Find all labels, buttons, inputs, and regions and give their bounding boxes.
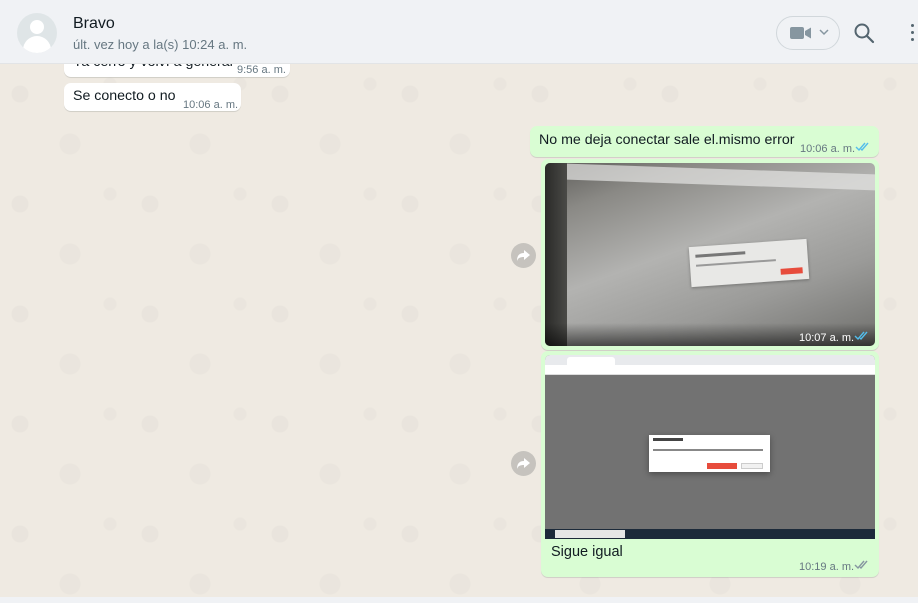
photo-dialog-box [688, 238, 810, 288]
image-caption: Sigue igual [551, 544, 623, 560]
menu-icon[interactable] [908, 24, 918, 44]
photo-address-bar [545, 365, 875, 375]
photo-dialog-primary-button [707, 463, 737, 469]
forward-arrow-icon [517, 250, 530, 261]
photo-dialog-secondary-button [741, 463, 763, 469]
message-time: 9:56 a. m. [237, 64, 286, 76]
message-time: 10:19 a. m. [799, 561, 855, 573]
message-text: Ya cerró y volví a generar [73, 64, 234, 72]
message-time: 10:07 a. m. [799, 332, 855, 344]
chevron-down-icon [819, 29, 829, 36]
last-seen-status: últ. vez hoy a la(s) 10:24 a. m. [73, 37, 248, 52]
message-incoming[interactable]: Ya cerró y volví a generar 9:56 a. m. [64, 64, 290, 77]
search-icon[interactable] [853, 22, 875, 44]
conversation-panel: Ya cerró y volví a generar 9:56 a. m. Se… [0, 64, 918, 597]
photo-dialog-title-line [653, 438, 683, 441]
avatar-body-shape [23, 36, 51, 53]
message-time: 10:06 a. m. [183, 99, 239, 111]
photo-dialog-text-line [653, 449, 763, 451]
message-text: No me deja conectar sale el.mismo error [539, 132, 795, 148]
chat-header: Bravo últ. vez hoy a la(s) 10:24 a. m. [0, 0, 918, 64]
contact-name[interactable]: Bravo [73, 15, 115, 33]
photo-tab [567, 357, 615, 365]
message-text: Se conecto o no [73, 88, 176, 104]
photo-dialog-title-line [695, 251, 746, 258]
message-outgoing[interactable]: No me deja conectar sale el.mismo error … [530, 126, 879, 157]
photo-dialog-text-line [695, 259, 776, 267]
photo-thumbnail[interactable] [545, 163, 875, 346]
read-ticks-icon [855, 142, 869, 152]
photo-taskbar-search [555, 530, 625, 538]
message-outgoing-image[interactable]: Sigue igual 10:19 a. m. [541, 351, 879, 577]
video-call-button[interactable] [776, 16, 840, 50]
photo-dialog-button [780, 267, 803, 275]
contact-avatar[interactable] [17, 13, 57, 53]
delivered-ticks-icon [854, 560, 868, 570]
composer-edge [0, 597, 918, 603]
video-camera-icon [790, 27, 811, 39]
message-time: 10:06 a. m. [800, 143, 856, 155]
photo-tab-strip [545, 355, 875, 365]
forward-arrow-icon [517, 458, 530, 469]
forward-button[interactable] [511, 451, 536, 476]
message-incoming[interactable]: Se conecto o no 10:06 a. m. [64, 83, 241, 111]
monitor-bezel [545, 163, 567, 346]
photo-taskbar [545, 529, 875, 539]
photo-thumbnail[interactable] [545, 355, 875, 539]
message-outgoing-image[interactable]: 10:07 a. m. [541, 159, 879, 350]
read-ticks-icon [854, 331, 868, 341]
forward-button[interactable] [511, 243, 536, 268]
photo-dialog-box [649, 435, 770, 472]
photo-browser-bar [567, 163, 875, 191]
avatar-head-shape [30, 20, 44, 34]
